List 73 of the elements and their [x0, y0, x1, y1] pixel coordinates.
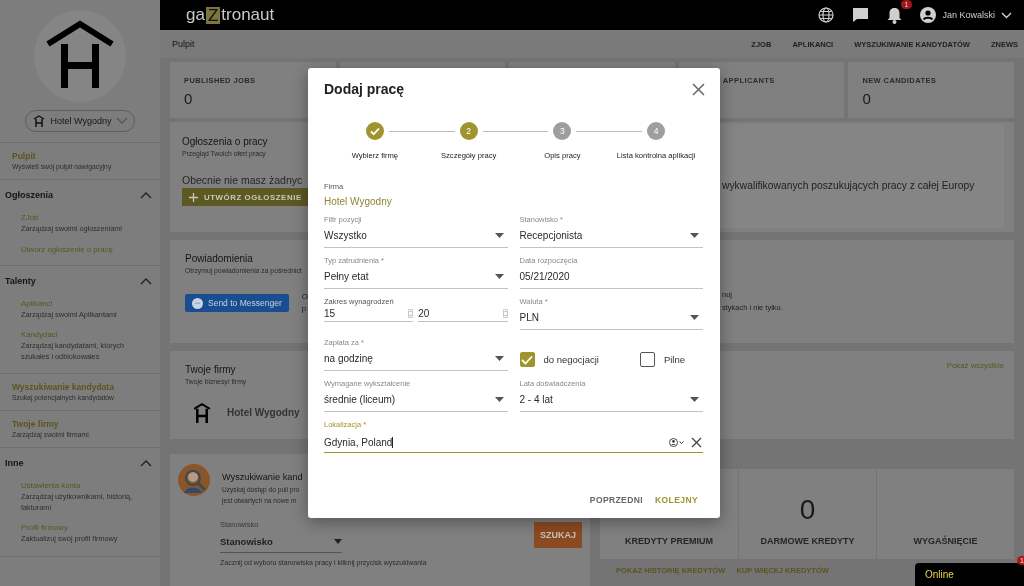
- empty-message: Obecnie nie masz żadnyc: [182, 174, 304, 186]
- position-select[interactable]: Stanowisko: [220, 531, 342, 553]
- caret-icon: [494, 274, 504, 279]
- select-field[interactable]: Wszystko: [324, 225, 508, 248]
- select-field[interactable]: 2 - 4 lat: [519, 389, 703, 412]
- section-header[interactable]: Inne: [0, 448, 160, 477]
- card-title: Twoje firmy: [185, 364, 237, 375]
- step-number: 3: [553, 122, 572, 140]
- number-field[interactable]: 20: [418, 307, 508, 322]
- stat-value: 0: [184, 90, 194, 107]
- select-field[interactable]: PLN: [519, 307, 703, 330]
- clear-icon[interactable]: [691, 437, 702, 448]
- credit-label: DARMOWE KREDYTY: [760, 536, 855, 546]
- checkbox-box[interactable]: [519, 352, 535, 367]
- number-field[interactable]: 15: [324, 307, 414, 322]
- section-header[interactable]: Ogłoszenia: [0, 180, 160, 208]
- dialog-button[interactable]: POPRZEDNI: [589, 495, 644, 505]
- hotel-icon: [31, 114, 46, 128]
- send-to-messenger-button[interactable]: Send to Messenger: [185, 294, 289, 312]
- spinner-icon: [408, 309, 414, 318]
- user-avatar-icon: [920, 7, 937, 23]
- credit-label: WYGAŚNIĘCIE: [913, 536, 978, 546]
- caret-icon: [690, 315, 699, 320]
- hotel-icon: [191, 401, 213, 423]
- chevron-down-icon: [116, 117, 129, 125]
- user-location-icon[interactable]: [669, 438, 685, 447]
- step-number: 4: [647, 122, 666, 140]
- card-title: Ogłoszenia o pracy: [182, 136, 269, 147]
- card-title: Powiadomienia: [185, 253, 254, 264]
- company-value: Hotel Wygodny: [324, 196, 393, 207]
- notice-text: O p: [301, 291, 308, 315]
- close-icon: [692, 82, 705, 96]
- caret-icon: [494, 356, 504, 361]
- select-field[interactable]: na godzinę: [324, 348, 508, 371]
- select-field[interactable]: Recepcjonista: [519, 225, 703, 248]
- candidate-search-icon: [178, 464, 210, 496]
- location-field[interactable]: Gdynia, Poland: [324, 432, 703, 453]
- credit-label: KREDYTY PREMIUM: [625, 536, 713, 546]
- chat-status: Online: [925, 569, 954, 580]
- bell-icon[interactable]: [887, 6, 903, 24]
- select-field[interactable]: średnie (liceum): [324, 389, 508, 412]
- credit-value: 0: [799, 494, 816, 526]
- chevron-down-icon: [1001, 11, 1012, 19]
- search-button[interactable]: SZUKAJ: [534, 522, 582, 548]
- chat-icon[interactable]: [852, 7, 870, 23]
- hotel-logo-icon: [34, 10, 126, 102]
- checkbox-label: do negocjacji: [543, 354, 599, 365]
- caret-icon: [690, 397, 699, 402]
- checkbox-label: Pilne: [663, 354, 685, 365]
- dialog-title: Dodaj pracę: [324, 81, 405, 97]
- breadcrumb: Pulpit: [172, 39, 195, 49]
- checkbox[interactable]: do negocjacji: [519, 352, 599, 367]
- spinner-icon: [502, 309, 508, 318]
- user-menu[interactable]: Jan Kowalski: [920, 7, 1012, 23]
- plus-icon: [189, 192, 198, 202]
- checkbox-box[interactable]: [639, 352, 655, 367]
- messenger-icon: [192, 297, 203, 309]
- company-name[interactable]: Hotel Wygodny: [227, 406, 300, 418]
- section-header[interactable]: Talenty: [0, 265, 160, 294]
- promo-text: wykwalifikowanych poszukujących pracy z całej Europy: [722, 180, 975, 191]
- stat-value: 0: [862, 90, 872, 107]
- caret-icon: [334, 539, 342, 544]
- checkbox[interactable]: Pilne: [639, 352, 685, 367]
- chat-widget[interactable]: Online: [915, 563, 1024, 586]
- select-field[interactable]: Pełny etat: [324, 266, 508, 289]
- card-title: Wyszukiwanie kand: [222, 472, 304, 482]
- close-button[interactable]: [692, 82, 705, 96]
- step-number: 2: [459, 122, 478, 140]
- dialog-button[interactable]: KOLEJNY: [655, 495, 698, 505]
- brand-logo[interactable]: ga Z tronaut: [186, 5, 275, 25]
- caret-icon: [494, 397, 504, 402]
- globe-icon[interactable]: [818, 7, 835, 23]
- date-field[interactable]: 05/21/2020: [519, 266, 703, 289]
